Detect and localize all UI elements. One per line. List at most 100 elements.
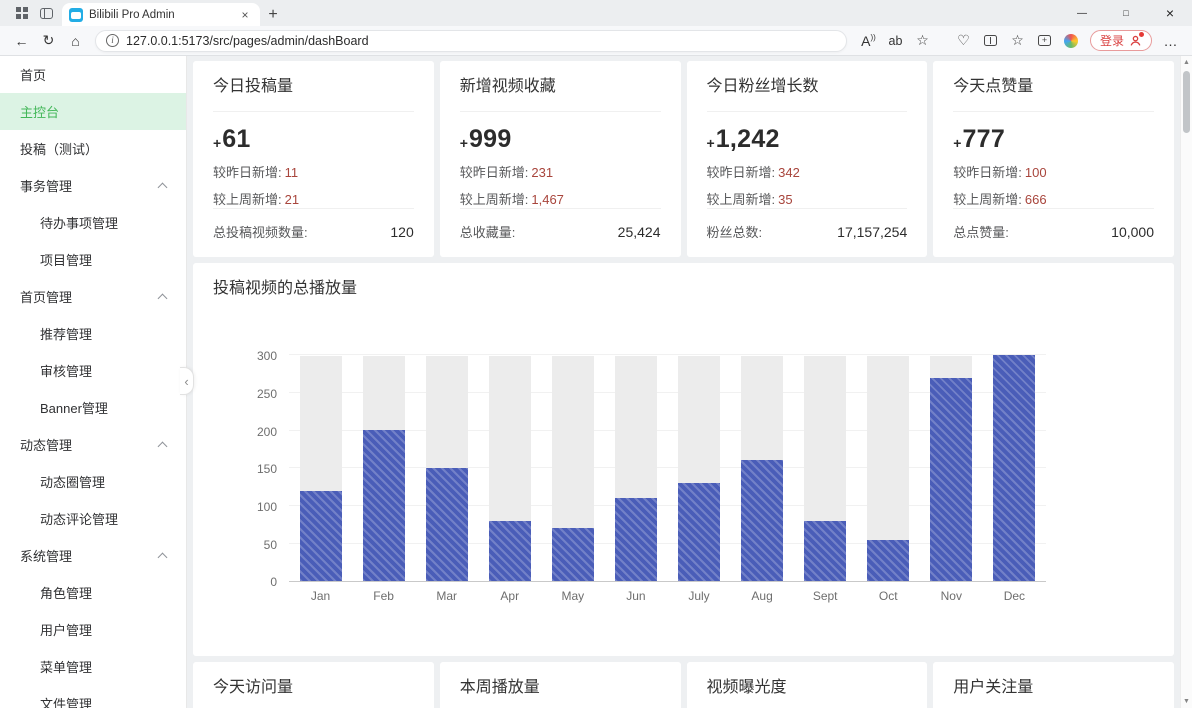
bar-Jan[interactable]: [299, 491, 342, 582]
sidebar-item-affairs[interactable]: 事务管理: [0, 167, 186, 204]
refresh-button[interactable]: ↻: [35, 28, 62, 53]
delta-value: 666: [1024, 192, 1047, 208]
scrollbar-thumb[interactable]: [1183, 71, 1190, 133]
bar-Feb[interactable]: [362, 430, 405, 582]
browser-tab-strip: Bilibili Pro Admin × + — □ ×: [0, 0, 1192, 26]
x-axis-label: Jun: [626, 589, 646, 604]
stat-delta-row: 较上周新增: 1,467: [460, 189, 661, 208]
stat-footer: 总点赞量: 10,000: [953, 208, 1154, 241]
split-screen-icon[interactable]: [977, 28, 1004, 53]
maximize-button[interactable]: □: [1104, 0, 1148, 26]
chart-category-Jun: Jun: [604, 356, 667, 603]
gridline: [289, 354, 1046, 356]
toolbar-right: A)) ab ☆ ♡ ☆ 登录 …: [855, 28, 1184, 53]
sidebar-item-project[interactable]: 项目管理: [0, 241, 186, 278]
bottom-card-1: 今天访问量: [193, 662, 434, 708]
settings-more-icon[interactable]: …: [1157, 28, 1184, 53]
sidebar-collapse-handle[interactable]: ‹: [180, 367, 194, 395]
delta-label: 较上周新增:: [706, 192, 776, 208]
bar-May[interactable]: [551, 528, 594, 582]
bar-July[interactable]: [678, 483, 720, 582]
y-axis: 0 50 100 150 200 250 300: [225, 349, 289, 589]
stat-delta-row: 较上周新增: 35: [707, 189, 908, 208]
chart-title: 投稿视频的总播放量: [213, 280, 358, 297]
sidebar-item-label: 文件管理: [40, 697, 93, 708]
sidebar-item-label: 动态评论管理: [40, 512, 119, 527]
y-axis-label: 200: [256, 424, 277, 439]
bottom-card-title: 今天访问量: [213, 678, 414, 708]
x-axis-label: May: [561, 589, 585, 604]
tab-close-icon[interactable]: ×: [237, 8, 253, 22]
new-tab-button[interactable]: +: [260, 3, 286, 26]
y-axis-label: 300: [256, 349, 277, 364]
sidebar-item-file[interactable]: 文件管理: [0, 685, 186, 708]
minimize-button[interactable]: —: [1060, 0, 1104, 26]
sidebar-item-homepage[interactable]: 首页管理: [0, 278, 186, 315]
close-button[interactable]: ×: [1148, 0, 1192, 26]
bar-Jun[interactable]: [614, 498, 657, 582]
sidebar-item-label: 投稿（测试）: [20, 142, 99, 157]
home-button[interactable]: ⌂: [62, 28, 89, 53]
chart-category-July: July: [667, 356, 730, 603]
bar-Aug[interactable]: [741, 460, 784, 582]
bar-Mar[interactable]: [425, 468, 468, 582]
page-scrollbar[interactable]: ▲ ▼: [1180, 56, 1192, 708]
sidebar-item-dynamic-comment[interactable]: 动态评论管理: [0, 500, 186, 537]
tab-actions-icon[interactable]: [10, 1, 34, 25]
chart-category-Nov: Nov: [920, 356, 983, 603]
translate-icon[interactable]: ab: [882, 28, 909, 53]
sidebar-item-label: 审核管理: [40, 364, 93, 379]
sidebar-item-label: 动态圈管理: [40, 475, 106, 490]
sidebar-item-role[interactable]: 角色管理: [0, 574, 186, 611]
site-info-icon[interactable]: i: [106, 34, 119, 47]
collections-icon[interactable]: [1031, 28, 1058, 53]
bar-Dec[interactable]: [993, 355, 1036, 582]
stat-main-value: +61: [213, 125, 414, 154]
browser-essentials-icon[interactable]: ♡: [950, 28, 977, 53]
stat-delta-row: 较昨日新增: 11: [213, 162, 414, 181]
favorites-bar-icon[interactable]: ☆: [1004, 28, 1031, 53]
stat-footer-value: 120: [390, 224, 414, 241]
bar-Sept[interactable]: [804, 521, 847, 582]
sidebar-item-user[interactable]: 用户管理: [0, 611, 186, 648]
scroll-down-arrow-icon[interactable]: ▼: [1181, 695, 1192, 708]
sidebar-item-dynamic-circle[interactable]: 动态圈管理: [0, 463, 186, 500]
stat-main-value: +999: [460, 125, 661, 154]
read-aloud-icon[interactable]: A)): [855, 28, 882, 53]
sidebar-item-system[interactable]: 系统管理: [0, 537, 186, 574]
scroll-up-arrow-icon[interactable]: ▲: [1181, 56, 1192, 69]
notification-dot: [1139, 32, 1144, 37]
extension-icon[interactable]: [1058, 28, 1085, 53]
bar-Oct[interactable]: [867, 540, 910, 582]
back-button[interactable]: ←: [8, 28, 35, 53]
plus-sign: +: [459, 135, 468, 152]
sidebar-item-console[interactable]: 主控台: [0, 93, 186, 130]
sidebar-item-todo[interactable]: 待办事项管理: [0, 204, 186, 241]
sidebar-item-post-test[interactable]: 投稿（测试）: [0, 130, 186, 167]
sidebar-item-recommend[interactable]: 推荐管理: [0, 315, 186, 352]
bottom-card-title: 用户关注量: [953, 678, 1154, 708]
bottom-card-title: 本周播放量: [460, 678, 661, 708]
browser-tab[interactable]: Bilibili Pro Admin ×: [62, 3, 260, 26]
sidebar-item-label: 待办事项管理: [40, 216, 119, 231]
login-button[interactable]: 登录: [1089, 30, 1152, 51]
sidebar-item-review[interactable]: 审核管理: [0, 352, 186, 389]
site-favicon-icon: [69, 7, 83, 22]
bar-Apr[interactable]: [488, 521, 531, 582]
delta-value: 11: [284, 165, 299, 181]
stat-card-title: 新增视频收藏: [459, 77, 661, 113]
url-bar[interactable]: i 127.0.0.1:5173/src/pages/admin/dashBoa…: [95, 29, 847, 52]
bar-Nov[interactable]: [930, 378, 973, 582]
workspaces-icon[interactable]: [34, 1, 58, 25]
favorite-star-icon[interactable]: ☆: [909, 28, 936, 53]
sidebar-item-banner[interactable]: Banner管理: [0, 389, 186, 426]
x-axis-label: Apr: [500, 589, 520, 604]
sidebar-item-label: 主控台: [20, 105, 60, 120]
x-axis-label: Mar: [436, 589, 458, 604]
delta-label: 较上周新增:: [459, 192, 529, 208]
sidebar-item-menu[interactable]: 菜单管理: [0, 648, 186, 685]
sidebar-item-dynamic[interactable]: 动态管理: [0, 426, 186, 463]
browser-toolbar: ← ↻ ⌂ i 127.0.0.1:5173/src/pages/admin/d…: [0, 26, 1192, 56]
sidebar-item-home[interactable]: 首页: [0, 56, 186, 93]
bottom-card-title: 视频曝光度: [707, 678, 908, 708]
